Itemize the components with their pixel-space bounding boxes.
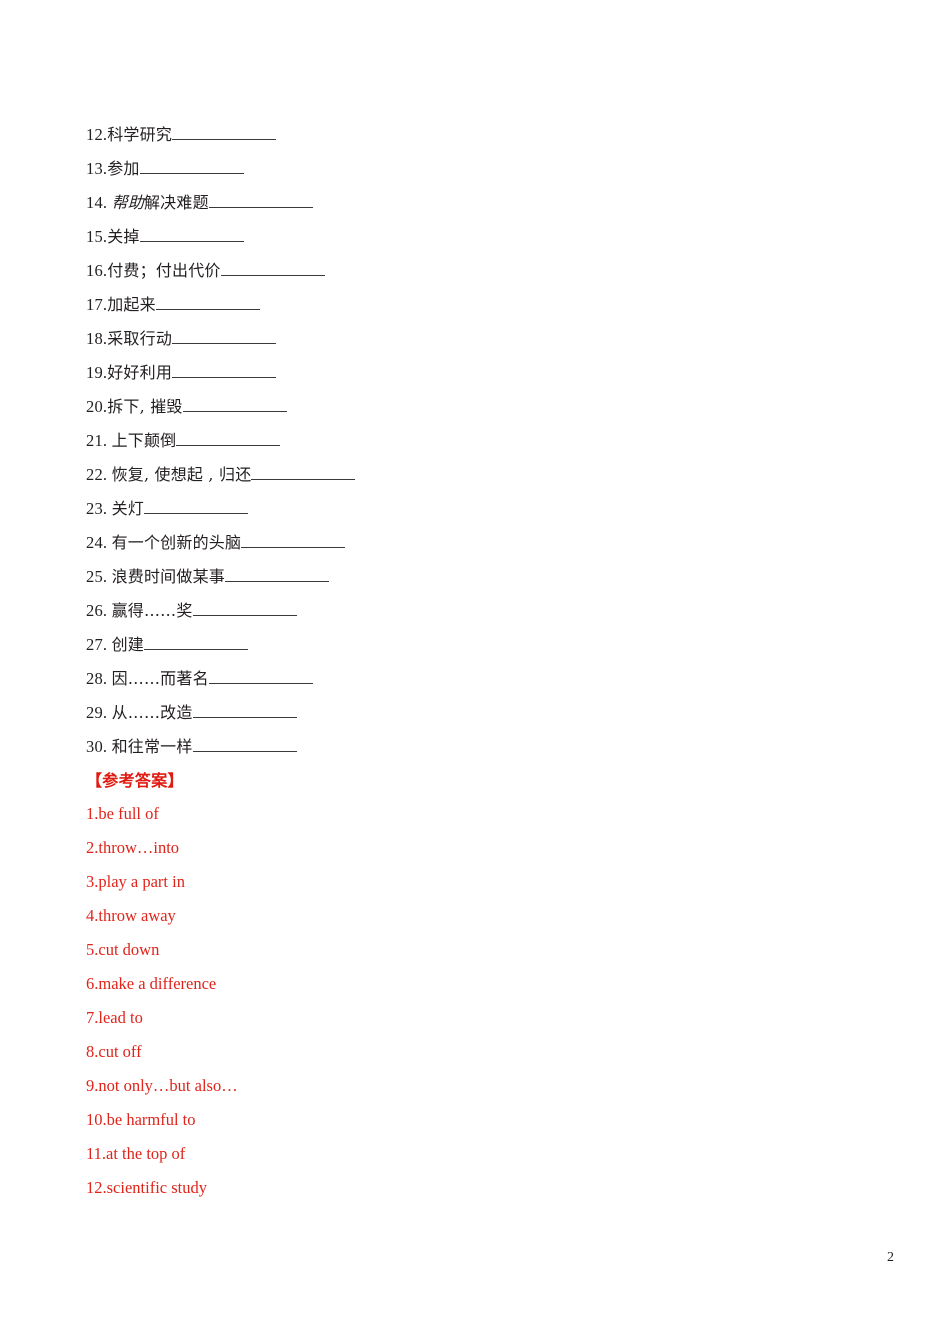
vocabulary-item-number: 24. xyxy=(86,533,112,552)
page-number: 2 xyxy=(887,1250,894,1265)
answer-key-item: 4.throw away xyxy=(86,906,176,925)
vocabulary-item-number: 12. xyxy=(86,125,108,144)
vocabulary-item-number: 27. xyxy=(86,635,112,654)
vocabulary-item: 28. 因……而著名 xyxy=(86,662,876,696)
answer-blank[interactable] xyxy=(208,192,313,208)
vocabulary-item-term: 恢复, 使想起 , 归还 xyxy=(111,465,252,484)
answer-key-item: 5.cut down xyxy=(86,940,160,959)
vocabulary-item: 12.科学研究 xyxy=(86,118,876,152)
vocabulary-item-emphasis: 帮助 xyxy=(111,193,144,212)
answer-key-item: 3.play a part in xyxy=(86,872,185,891)
vocabulary-item-term: 好好利用 xyxy=(107,363,173,382)
vocabulary-item-number: 28. xyxy=(86,669,112,688)
vocabulary-item-term: 关掉 xyxy=(107,227,140,246)
answer-blank[interactable] xyxy=(182,396,287,412)
vocabulary-item-number: 13. xyxy=(86,159,108,178)
vocabulary-item: 21. 上下颠倒 xyxy=(86,424,876,458)
vocabulary-item: 24. 有一个创新的头脑 xyxy=(86,526,876,560)
answer-key-item: 10.be harmful to xyxy=(86,1110,196,1129)
answer-key-item: 6.make a difference xyxy=(86,974,217,993)
vocabulary-item-term: 加起来 xyxy=(107,295,156,314)
vocabulary-item-number: 29. xyxy=(86,703,112,722)
answer-blank[interactable] xyxy=(172,124,277,140)
vocabulary-list: 12.科学研究 13.参加 14. 帮助解决难题 15.关掉 16.付费；付出代价 17.… xyxy=(86,118,876,764)
vocabulary-item-term: 上下颠倒 xyxy=(111,431,177,450)
answer-key-item: 12.scientific study xyxy=(86,1178,207,1197)
answer-blank[interactable] xyxy=(224,566,329,582)
vocabulary-item-number: 21. xyxy=(86,431,112,450)
vocabulary-item: 13.参加 xyxy=(86,152,876,186)
vocabulary-item-number: 17. xyxy=(86,295,108,314)
vocabulary-item-term: 解决难题 xyxy=(143,193,209,212)
vocabulary-item-term: 关灯 xyxy=(111,499,144,518)
vocabulary-item-term: 拆下, 摧毁 xyxy=(107,397,183,416)
vocabulary-item: 30. 和往常一样 xyxy=(86,730,876,764)
answer-blank[interactable] xyxy=(139,226,244,242)
answer-key-item: 8.cut off xyxy=(86,1042,142,1061)
vocabulary-item-term: 浪费时间做某事 xyxy=(111,567,225,586)
answer-blank[interactable] xyxy=(251,464,356,480)
vocabulary-item-term: 因……而著名 xyxy=(111,669,209,688)
vocabulary-item-number: 22. xyxy=(86,465,112,484)
answer-key-header: 【参考答案】 xyxy=(86,771,184,790)
vocabulary-item: 27. 创建 xyxy=(86,628,876,662)
vocabulary-item: 15.关掉 xyxy=(86,220,876,254)
answer-blank[interactable] xyxy=(143,498,248,514)
vocabulary-item: 26. 赢得……奖 xyxy=(86,594,876,628)
answer-blank[interactable] xyxy=(139,158,244,174)
vocabulary-item-number: 30. xyxy=(86,737,112,756)
vocabulary-item: 29. 从……改造 xyxy=(86,696,876,730)
vocabulary-item: 14. 帮助解决难题 xyxy=(86,186,876,220)
vocabulary-item-term: 参加 xyxy=(107,159,140,178)
vocabulary-item-term: 付费；付出代价 xyxy=(107,261,221,280)
vocabulary-item: 20.拆下, 摧毁 xyxy=(86,390,876,424)
vocabulary-item-term: 和往常一样 xyxy=(111,737,193,756)
answer-blank[interactable] xyxy=(192,600,297,616)
vocabulary-item-number: 23. xyxy=(86,499,112,518)
vocabulary-item-term: 科学研究 xyxy=(107,125,173,144)
answer-blank[interactable] xyxy=(192,736,297,752)
answer-blank[interactable] xyxy=(172,362,277,378)
answer-blank[interactable] xyxy=(143,634,248,650)
answer-key-item: 7.lead to xyxy=(86,1008,143,1027)
vocabulary-item: 17.加起来 xyxy=(86,288,876,322)
vocabulary-item: 19.好好利用 xyxy=(86,356,876,390)
answer-blank[interactable] xyxy=(192,702,297,718)
answer-blank[interactable] xyxy=(172,328,277,344)
vocabulary-item: 22. 恢复, 使想起 , 归还 xyxy=(86,458,876,492)
answer-key-item: 11.at the top of xyxy=(86,1144,186,1163)
vocabulary-item: 16.付费；付出代价 xyxy=(86,254,876,288)
vocabulary-item: 18.采取行动 xyxy=(86,322,876,356)
answer-key-list: 1.be full of 2.throw…into 3.play a part in… xyxy=(86,797,876,1205)
vocabulary-item-number: 20. xyxy=(86,397,108,416)
answer-key-item: 2.throw…into xyxy=(86,838,180,857)
answer-blank[interactable] xyxy=(155,294,260,310)
vocabulary-item-number: 14. xyxy=(86,193,112,212)
vocabulary-item-term: 有一个创新的头脑 xyxy=(111,533,242,552)
vocabulary-item-term: 创建 xyxy=(111,635,144,654)
vocabulary-item: 25. 浪费时间做某事 xyxy=(86,560,876,594)
document-page: 12.科学研究 13.参加 14. 帮助解决难题 15.关掉 16.付费；付出代价 17.… xyxy=(0,0,950,1344)
answer-key-item: 9.not only…but also… xyxy=(86,1076,238,1095)
vocabulary-item-number: 15. xyxy=(86,227,108,246)
answer-blank[interactable] xyxy=(241,532,346,548)
vocabulary-item-term: 采取行动 xyxy=(107,329,173,348)
answer-blank[interactable] xyxy=(176,430,281,446)
vocabulary-item-number: 16. xyxy=(86,261,108,280)
vocabulary-item-number: 18. xyxy=(86,329,108,348)
vocabulary-item-term: 从……改造 xyxy=(111,703,193,722)
vocabulary-item-number: 19. xyxy=(86,363,108,382)
vocabulary-item: 23. 关灯 xyxy=(86,492,876,526)
answer-blank[interactable] xyxy=(220,260,325,276)
vocabulary-item-term: 赢得……奖 xyxy=(111,601,193,620)
answer-key-item: 1.be full of xyxy=(86,804,159,823)
answer-blank[interactable] xyxy=(208,668,313,684)
vocabulary-item-number: 26. xyxy=(86,601,112,620)
page-content: 12.科学研究 13.参加 14. 帮助解决难题 15.关掉 16.付费；付出代价 17.… xyxy=(86,118,876,1205)
vocabulary-item-number: 25. xyxy=(86,567,112,586)
